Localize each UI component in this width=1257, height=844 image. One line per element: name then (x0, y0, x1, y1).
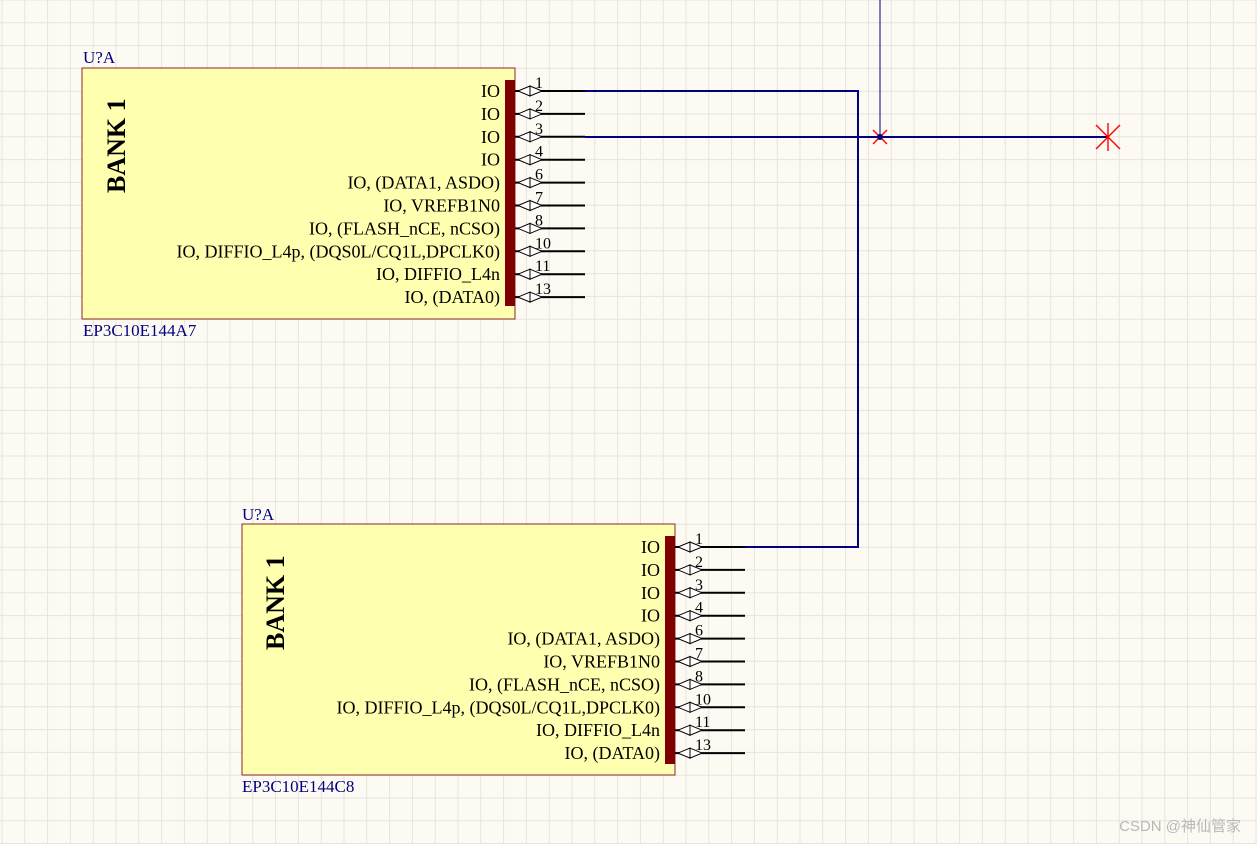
component-designator: U?A (83, 48, 116, 67)
pin-number: 10 (535, 235, 551, 252)
pin-name: IO (641, 583, 660, 603)
pin-bar (505, 80, 515, 306)
pin-bar (665, 536, 675, 764)
pin-name: IO, (DATA0) (404, 287, 500, 308)
pin-number: 10 (695, 691, 711, 708)
pin-name: IO, VREFB1N0 (383, 196, 500, 216)
pin-number: 4 (695, 600, 703, 617)
pin-number: 8 (535, 212, 543, 229)
pin-name: IO, (DATA1, ASDO) (507, 629, 660, 650)
pin-number: 3 (535, 121, 543, 138)
pin-name: IO, (FLASH_nCE, nCSO) (469, 674, 660, 695)
schematic-canvas[interactable]: U?A BANK 1 EP3C10E144A7 IO 1 IO 2 IO 3 IO 4 IO, … (0, 0, 1257, 844)
pin-number: 4 (535, 144, 543, 161)
pin-name: IO, DIFFIO_L4n (376, 264, 500, 284)
pin-number: 2 (695, 554, 703, 571)
pin-number: 2 (535, 98, 543, 115)
pin-number: 7 (695, 646, 703, 663)
pin-number: 1 (535, 75, 543, 92)
pin-name: IO, (DATA1, ASDO) (347, 173, 500, 194)
component-u-a-1[interactable]: U?A BANK 1 EP3C10E144A7 IO 1 IO 2 IO 3 IO 4 IO, … (81, 48, 585, 340)
pin-name: IO (481, 104, 500, 124)
component-part-number: EP3C10E144A7 (83, 321, 197, 340)
pin-number: 6 (695, 623, 703, 640)
pin-number: 6 (535, 167, 543, 184)
pin-number: 7 (535, 190, 543, 207)
pin-number: 1 (695, 531, 703, 548)
watermark: CSDN @神仙管家 (1119, 818, 1241, 835)
pin-name: IO (641, 606, 660, 626)
pin-name: IO, DIFFIO_L4n (536, 720, 660, 740)
bank-label: BANK 1 (102, 98, 131, 193)
pin-name: IO, DIFFIO_L4p, (DQS0L/CQ1L,DPCLK0) (337, 697, 661, 718)
bank-label: BANK 1 (261, 555, 290, 650)
pin-number: 11 (695, 714, 710, 731)
component-u-a-2[interactable]: U?A BANK 1 EP3C10E144C8 IO 1 IO 2 IO 3 IO 4 IO, … (241, 505, 745, 796)
pin-number: 13 (535, 281, 551, 298)
pin-name: IO (641, 537, 660, 557)
pin-name: IO, (DATA0) (564, 743, 660, 764)
pin-name: IO (481, 81, 500, 101)
pin-number: 8 (695, 668, 703, 685)
pin-name: IO, (FLASH_nCE, nCSO) (309, 218, 500, 239)
component-part-number: EP3C10E144C8 (242, 777, 354, 796)
pin-number: 13 (695, 737, 711, 754)
pin-name: IO (481, 127, 500, 147)
pin-name: IO, VREFB1N0 (543, 652, 660, 672)
pin-name: IO, DIFFIO_L4p, (DQS0L/CQ1L,DPCLK0) (177, 241, 501, 262)
component-designator: U?A (242, 505, 275, 524)
pin-name: IO (481, 150, 500, 170)
pin-number: 11 (535, 258, 550, 275)
pin-name: IO (641, 560, 660, 580)
pin-number: 3 (695, 577, 703, 594)
